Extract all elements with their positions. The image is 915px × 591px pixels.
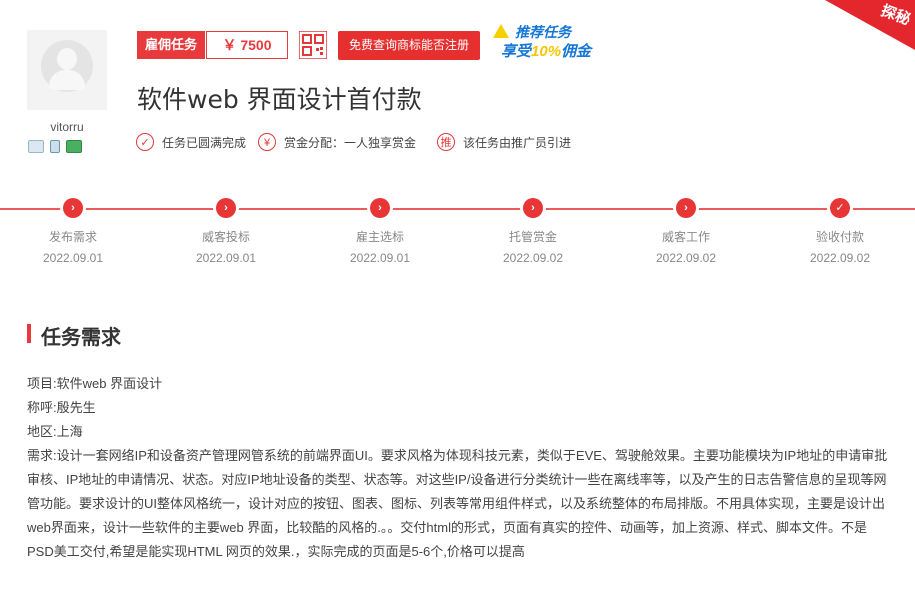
timeline-step: › 威客投标 2022.09.01 bbox=[171, 198, 281, 265]
promo-line-2: 享受10%佣金 bbox=[501, 43, 592, 60]
status-reward-split: ¥ 赏金分配：一人独享赏金 bbox=[258, 133, 416, 151]
timeline-step: › 托管赏金 2022.09.02 bbox=[478, 198, 588, 265]
project-line: 项目:软件web 界面设计 bbox=[27, 376, 163, 391]
status-completed: ✓ 任务已圆满完成 bbox=[136, 133, 246, 151]
phone-verified-icon bbox=[50, 140, 60, 153]
step-date: 2022.09.01 bbox=[349, 251, 411, 265]
verification-badges bbox=[28, 140, 82, 153]
step-arrow-icon: › bbox=[370, 198, 390, 218]
promo-banner[interactable]: 推荐任务 享受10%佣金 bbox=[493, 20, 611, 64]
avatar[interactable] bbox=[27, 30, 107, 110]
step-label: 威客工作 bbox=[661, 230, 710, 244]
contact-line: 称呼:殷先生 bbox=[27, 400, 96, 415]
step-arrow-icon: › bbox=[676, 198, 696, 218]
timeline-step: › 雇主选标 2022.09.01 bbox=[325, 198, 435, 265]
task-type-tag: 雇佣任务 bbox=[137, 31, 206, 59]
username[interactable]: vitorru bbox=[27, 120, 107, 134]
region-line: 地区:上海 bbox=[27, 424, 83, 439]
section-accent-bar bbox=[27, 324, 31, 343]
qr-code-icon[interactable] bbox=[299, 31, 327, 59]
task-price: ￥ 7500 bbox=[206, 31, 288, 59]
timeline-step: › 威客工作 2022.09.02 bbox=[631, 198, 741, 265]
status-promoter: 推 该任务由推广员引进 bbox=[437, 133, 571, 151]
step-date: 2022.09.02 bbox=[655, 251, 717, 265]
step-date: 2022.09.02 bbox=[809, 251, 871, 265]
description-text: 需求:设计一套网络IP和设备资产管理网管系统的前端界面UI。要求风格为体现科技元… bbox=[27, 448, 888, 559]
step-date: 2022.09.01 bbox=[42, 251, 104, 265]
status-label: 任务已圆满完成 bbox=[162, 135, 247, 150]
timeline-step: › 发布需求 2022.09.01 bbox=[18, 198, 128, 265]
page-title: 软件web 界面设计首付款 bbox=[137, 85, 422, 114]
free-trademark-check-button[interactable]: 免费查询商标能否注册 bbox=[338, 31, 480, 60]
step-arrow-icon: › bbox=[63, 198, 83, 218]
promoter-circle-icon: 推 bbox=[437, 133, 455, 151]
step-arrow-icon: › bbox=[216, 198, 236, 218]
yen-circle-icon: ¥ bbox=[258, 133, 276, 151]
step-arrow-icon: › bbox=[523, 198, 543, 218]
timeline-line bbox=[0, 208, 915, 210]
step-label: 验收付款 bbox=[815, 230, 864, 244]
step-date: 2022.09.01 bbox=[195, 251, 257, 265]
status-label: 赏金分配：一人独享赏金 bbox=[284, 135, 417, 150]
avatar-head-shape bbox=[57, 48, 77, 70]
step-label: 发布需求 bbox=[48, 230, 97, 244]
step-date: 2022.09.02 bbox=[502, 251, 564, 265]
lightning-icon bbox=[493, 24, 509, 38]
promo-line-1: 推荐任务 bbox=[515, 24, 571, 40]
step-label: 威客投标 bbox=[201, 230, 250, 244]
section-heading: 任务需求 bbox=[41, 327, 121, 349]
step-label: 雇主选标 bbox=[355, 230, 404, 244]
check-circle-icon: ✓ bbox=[136, 133, 154, 151]
step-check-icon: ✓ bbox=[830, 198, 850, 218]
timeline-step: ✓ 验收付款 2022.09.02 bbox=[785, 198, 895, 265]
bank-card-verified-icon bbox=[66, 140, 82, 153]
status-label: 该任务由推广员引进 bbox=[463, 135, 572, 150]
requirements-content: 项目:软件web 界面设计 称呼:殷先生 地区:上海 需求:设计一套网络IP和设… bbox=[27, 372, 889, 564]
corner-ribbon[interactable]: 探秘 bbox=[825, 0, 915, 50]
step-label: 托管赏金 bbox=[508, 230, 557, 244]
id-verified-icon bbox=[28, 140, 44, 153]
